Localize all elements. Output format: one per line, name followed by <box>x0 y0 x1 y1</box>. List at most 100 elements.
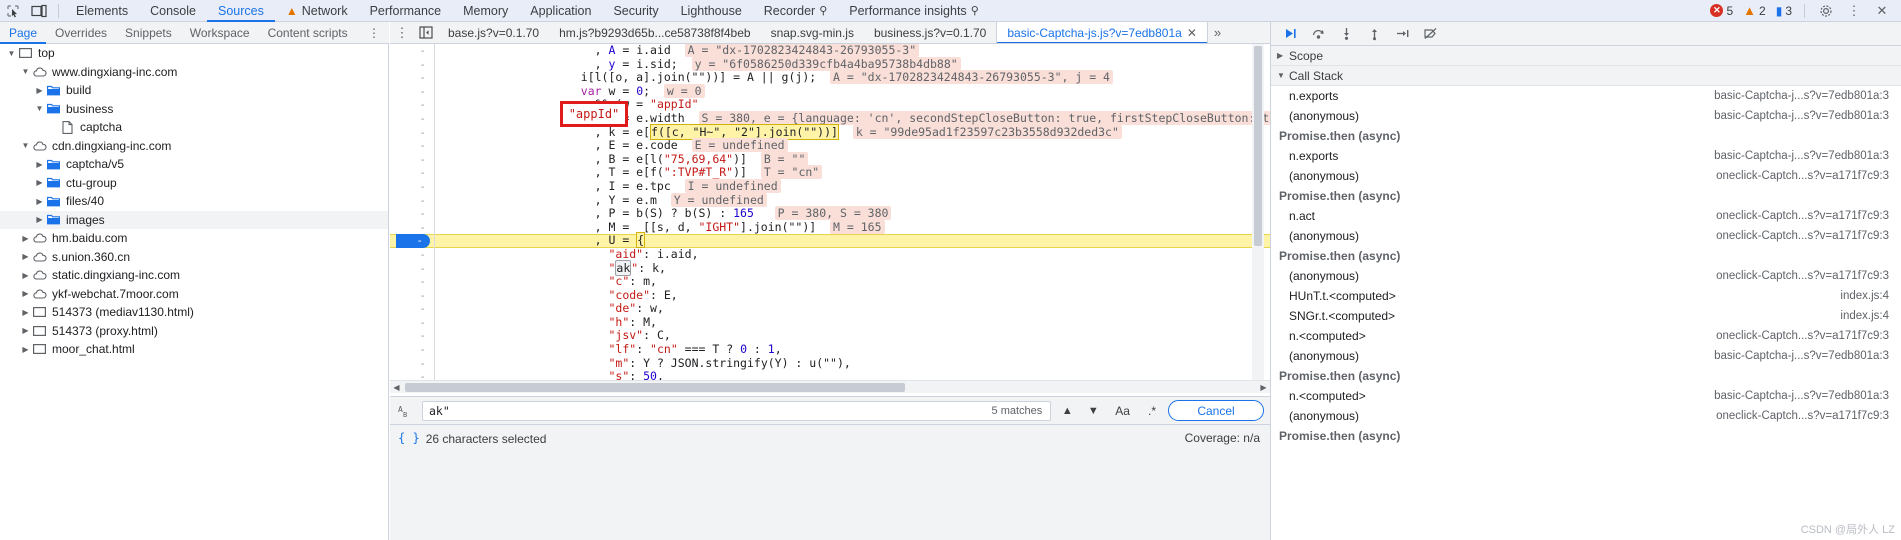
step-over-icon[interactable] <box>1305 23 1331 45</box>
call-stack-frame[interactable]: n.<computed> basic-Captcha-j...s?v=7edb80… <box>1271 386 1901 406</box>
tree-item-static-dingxiang-inc-com[interactable]: ▶ static.dingxiang-inc.com <box>0 266 388 285</box>
tree-item-moor-chat-html[interactable]: ▶ moor_chat.html <box>0 340 388 359</box>
kebab-menu-icon[interactable]: ⋮ <box>390 25 414 41</box>
line-gutter[interactable]: - <box>390 316 434 330</box>
call-stack-frame[interactable]: (anonymous) oneclick-Captch...s?v=a171f7c… <box>1271 266 1901 286</box>
editor-horizontal-scrollbar[interactable]: ◀ ▶ <box>390 380 1270 393</box>
line-gutter[interactable]: - <box>390 139 434 153</box>
tree-item-s-union-360-cn[interactable]: ▶ s.union.360.cn <box>0 248 388 267</box>
code-line-current[interactable]: - , U = {- <box>390 232 1270 249</box>
editor-tab-hm-js[interactable]: hm.js?b9293d65b...ce58738f8f4beb <box>549 22 761 43</box>
chevron-down-icon[interactable]: ▼ <box>6 49 17 58</box>
call-stack-frame[interactable]: n.exports basic-Captcha-j...s?v=7edb801a:… <box>1271 86 1901 106</box>
tab-security[interactable]: Security <box>602 0 669 22</box>
line-gutter[interactable]: - <box>390 289 434 303</box>
tab-lighthouse[interactable]: Lighthouse <box>670 0 753 22</box>
line-gutter[interactable]: - <box>390 194 434 208</box>
editor-tabs-overflow-icon[interactable]: » <box>1208 25 1227 40</box>
warning-counter[interactable]: ▲ 2 <box>1739 4 1770 18</box>
code-line[interactable]: - "jsv": C, <box>390 329 1270 344</box>
navigator-tab-content-scripts[interactable]: Content scripts <box>259 22 357 44</box>
code-line[interactable]: - , I = e.tpc I = undefined <box>390 178 1270 194</box>
code-line[interactable]: - "c": m, <box>390 274 1270 289</box>
call-stack-frame[interactable]: HUnT.t.<computed> index.js:4 <box>1271 286 1901 306</box>
tree-item-captcha-v5[interactable]: ▶ captcha/v5 <box>0 155 388 174</box>
editor-tab-base-js[interactable]: base.js?v=0.1.70 <box>438 22 549 43</box>
tree-item-ctu-group[interactable]: ▶ ctu-group <box>0 174 388 193</box>
kebab-menu-icon[interactable]: ⋮ <box>1841 0 1867 22</box>
code-line[interactable]: - "lf": "cn" === T ? 0 : 1, <box>390 342 1270 357</box>
line-gutter[interactable]: - <box>390 153 434 167</box>
code-line[interactable]: - , T = e[f(":TVP#T_R")] T = "cn" <box>390 165 1270 180</box>
line-gutter[interactable]: - <box>390 302 434 316</box>
step-icon[interactable] <box>1389 23 1415 45</box>
code-line[interactable]: - , k = e[f([c, "H~", "2"].join(""))] k … <box>390 123 1270 140</box>
code-line[interactable]: - "ak": k, <box>390 259 1270 276</box>
file-navigator[interactable]: ▼ top ▼ www.dingxiang-inc.com ▶ build ▼ busines… <box>0 44 389 540</box>
match-case-toggle[interactable]: Aa <box>1109 401 1136 421</box>
tab-performance-insights[interactable]: Performance insights ⚲ <box>838 0 989 22</box>
tree-item-514373-mediav1130-html[interactable]: ▶ 514373 (mediav1130.html) <box>0 303 388 322</box>
search-input[interactable]: ak" 5 matches <box>422 400 1052 421</box>
line-gutter[interactable]: - <box>390 85 434 99</box>
navigator-more-menu-icon[interactable]: ⋮ <box>360 26 389 40</box>
editor-tab-business-js[interactable]: business.js?v=0.1.70 <box>864 22 996 43</box>
call-stack-async-separator[interactable]: Promise.then (async) <box>1271 186 1901 206</box>
line-gutter[interactable]: - <box>390 98 434 112</box>
tree-item-business[interactable]: ▼ business <box>0 100 388 119</box>
line-gutter[interactable]: - <box>390 166 434 180</box>
call-stack-frame[interactable]: (anonymous) oneclick-Captch...s?v=a171f7c… <box>1271 166 1901 186</box>
editor-tab-snap-svg-min-js[interactable]: snap.svg-min.js <box>761 22 864 43</box>
code-line[interactable]: - , E = e.code E = undefined <box>390 138 1270 153</box>
tab-sources[interactable]: Sources <box>207 0 275 22</box>
device-toolbar-icon[interactable] <box>26 0 52 22</box>
tree-item-514373-proxy-html[interactable]: ▶ 514373 (proxy.html) <box>0 322 388 341</box>
error-counter[interactable]: ✕ 5 <box>1706 4 1737 18</box>
chevron-right-icon[interactable]: ▶ <box>34 197 45 206</box>
scroll-left-icon[interactable]: ◀ <box>390 383 403 392</box>
navigator-tab-workspace[interactable]: Workspace <box>181 22 259 44</box>
code-line[interactable]: - , B = e[l("75,69,64")] B = "" <box>390 151 1270 167</box>
tree-item-ykf-webchat-7moor-com[interactable]: ▶ ykf-webchat.7moor.com <box>0 285 388 304</box>
cancel-button[interactable]: Cancel <box>1168 400 1264 421</box>
call-stack-frame[interactable]: (anonymous) basic-Captcha-j...s?v=7edb801… <box>1271 346 1901 366</box>
code-line[interactable]: - "code": E, <box>390 288 1270 303</box>
editor-vertical-scrollbar[interactable] <box>1252 44 1264 380</box>
call-stack-async-separator[interactable]: Promise.then (async) <box>1271 366 1901 386</box>
line-gutter[interactable]: - <box>390 275 434 289</box>
line-gutter[interactable]: - <box>390 221 434 235</box>
chevron-right-icon[interactable]: ▶ <box>20 345 31 354</box>
tree-item-files-40[interactable]: ▶ files/40 <box>0 192 388 211</box>
line-gutter[interactable]: - <box>390 329 434 343</box>
line-gutter[interactable]: - <box>390 180 434 194</box>
scrollbar-thumb[interactable] <box>405 382 905 392</box>
message-counter[interactable]: ▮ 3 <box>1772 4 1796 18</box>
chevron-down-icon[interactable]: ▼ <box>20 67 31 76</box>
chevron-right-icon[interactable]: ▶ <box>20 326 31 335</box>
scrollbar-thumb[interactable] <box>1254 46 1262 246</box>
tree-item-captcha[interactable]: captcha <box>0 118 388 137</box>
chevron-right-icon[interactable]: ▶ <box>34 160 45 169</box>
line-gutter[interactable]: - <box>390 58 434 72</box>
navigator-tab-page[interactable]: Page <box>0 22 46 44</box>
tree-item-images[interactable]: ▶ images <box>0 210 388 229</box>
close-icon[interactable]: ✕ <box>1869 0 1895 22</box>
chevron-down-icon[interactable]: ▼ <box>34 104 45 113</box>
deactivate-breakpoints-icon[interactable] <box>1417 23 1443 45</box>
chevron-right-icon[interactable]: ▶ <box>20 271 31 280</box>
gear-icon[interactable] <box>1813 0 1839 22</box>
chevron-right-icon[interactable]: ▶ <box>20 252 31 261</box>
line-gutter[interactable]: - <box>390 112 434 126</box>
call-stack-frame[interactable]: n.exports basic-Captcha-j...s?v=7edb801a:… <box>1271 146 1901 166</box>
line-gutter[interactable]: - <box>390 44 434 58</box>
code-line[interactable]: - , A = i.aid A = "dx-1702823424843-2679… <box>390 44 1270 58</box>
code-line[interactable]: - "h": M, <box>390 315 1270 330</box>
step-into-icon[interactable] <box>1333 23 1359 45</box>
code-line[interactable]: - "de": w, <box>390 301 1270 316</box>
chevron-right-icon[interactable]: ▶ <box>20 234 31 243</box>
code-editor[interactable]: - , A = i.aid A = "dx-1702823424843-2679… <box>390 44 1270 393</box>
line-gutter[interactable]: - <box>390 207 434 221</box>
tab-console[interactable]: Console <box>139 0 207 22</box>
tree-item-www-dingxiang-inc-com[interactable]: ▼ www.dingxiang-inc.com <box>0 63 388 82</box>
line-gutter[interactable]: - <box>390 262 434 276</box>
